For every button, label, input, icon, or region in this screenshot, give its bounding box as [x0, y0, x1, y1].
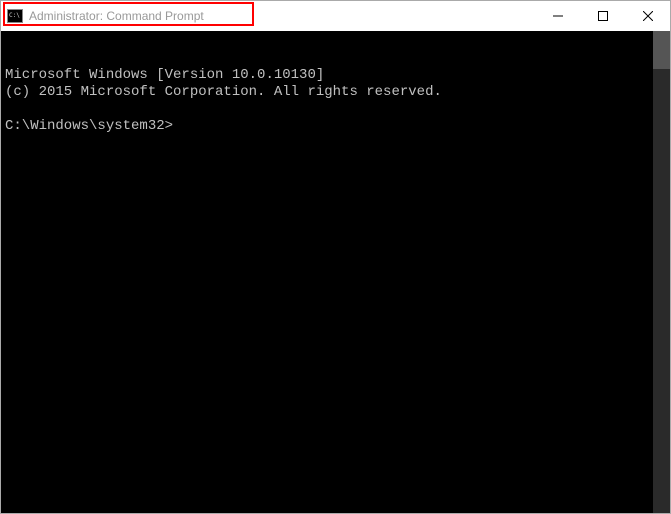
console-prompt: C:\Windows\system32>: [5, 118, 173, 134]
console-line: Microsoft Windows [Version 10.0.10130]: [5, 67, 324, 83]
maximize-button[interactable]: [580, 1, 625, 30]
window-title: Administrator: Command Prompt: [29, 9, 535, 23]
console-output: Microsoft Windows [Version 10.0.10130] (…: [5, 67, 666, 135]
app-icon: C:\: [7, 9, 23, 23]
maximize-icon: [598, 11, 608, 21]
minimize-button[interactable]: [535, 1, 580, 30]
close-button[interactable]: [625, 1, 670, 30]
minimize-icon: [553, 11, 563, 21]
window-controls: [535, 1, 670, 31]
close-icon: [643, 11, 653, 21]
scrollbar-thumb[interactable]: [653, 31, 670, 69]
titlebar[interactable]: C:\ Administrator: Command Prompt: [1, 1, 670, 31]
vertical-scrollbar[interactable]: [653, 31, 670, 513]
command-prompt-window: C:\ Administrator: Command Prompt Micros…: [0, 0, 671, 514]
console-line: (c) 2015 Microsoft Corporation. All righ…: [5, 84, 442, 100]
console-area[interactable]: Microsoft Windows [Version 10.0.10130] (…: [1, 31, 670, 513]
